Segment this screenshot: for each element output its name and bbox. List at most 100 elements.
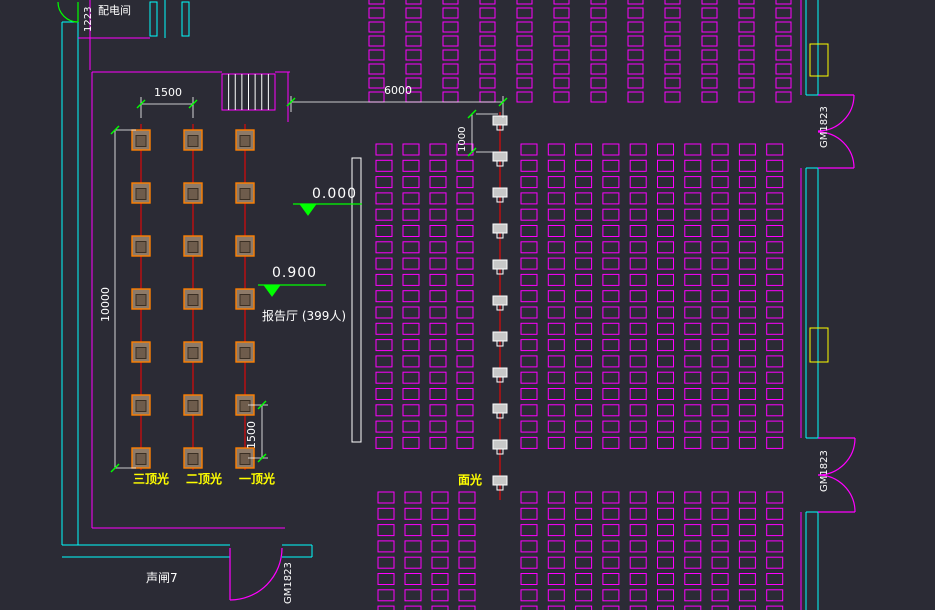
seat	[517, 78, 532, 88]
seat	[548, 226, 564, 237]
seat	[521, 291, 537, 302]
seat	[443, 0, 458, 4]
seat	[378, 557, 394, 568]
seat	[603, 209, 619, 220]
seat	[554, 92, 569, 102]
seat	[576, 274, 592, 285]
seat	[457, 258, 473, 269]
wall-column-box	[810, 328, 828, 362]
seat	[767, 574, 783, 585]
seat	[430, 307, 446, 318]
seat	[457, 274, 473, 285]
elevation-triangle	[264, 285, 280, 296]
seat	[443, 8, 458, 18]
seat	[432, 557, 448, 568]
seat	[685, 492, 701, 503]
seat	[767, 372, 783, 383]
seat	[430, 389, 446, 400]
seat	[702, 22, 717, 32]
seat	[630, 258, 646, 269]
seat	[712, 274, 728, 285]
seat	[665, 22, 680, 32]
front-light-icon	[493, 332, 507, 341]
seat	[369, 22, 384, 32]
seat	[767, 437, 783, 448]
seat	[576, 160, 592, 171]
seat	[628, 50, 643, 60]
seat	[630, 323, 646, 334]
seat	[767, 226, 783, 237]
seat	[658, 574, 674, 585]
stage-light-inner	[136, 401, 146, 412]
seat	[776, 8, 791, 18]
door-swing-arc	[58, 2, 78, 22]
seat	[739, 291, 755, 302]
seat	[403, 389, 419, 400]
seat	[712, 541, 728, 552]
seat	[430, 291, 446, 302]
seat	[521, 340, 537, 351]
seat	[630, 209, 646, 220]
seat	[403, 144, 419, 155]
seat	[576, 177, 592, 188]
front-light-label: 面光	[458, 474, 482, 486]
cad-canvas[interactable]: 配电间 1223 1500 6000 1000 10000 1500 0.000…	[0, 0, 935, 610]
seat	[712, 291, 728, 302]
stage-light-inner	[136, 348, 146, 359]
seat	[459, 492, 475, 503]
seat	[459, 525, 475, 536]
seat	[576, 258, 592, 269]
seat	[739, 323, 755, 334]
seat	[430, 144, 446, 155]
seat	[432, 508, 448, 519]
seat	[658, 209, 674, 220]
seat	[712, 242, 728, 253]
seat	[658, 405, 674, 416]
seat	[630, 541, 646, 552]
seat	[712, 209, 728, 220]
seat	[480, 36, 495, 46]
seat	[739, 574, 755, 585]
seat	[739, 541, 755, 552]
seat	[776, 78, 791, 88]
seat	[403, 421, 419, 432]
seat	[739, 36, 754, 46]
seat	[739, 0, 754, 4]
seat	[767, 421, 783, 432]
seat	[432, 541, 448, 552]
seat	[369, 36, 384, 46]
seat	[685, 323, 701, 334]
seat	[457, 421, 473, 432]
seat	[521, 274, 537, 285]
seat	[739, 372, 755, 383]
seat	[712, 389, 728, 400]
seat	[576, 541, 592, 552]
dim-1500-bottom: 1500	[246, 421, 257, 449]
seat	[603, 574, 619, 585]
seat	[548, 541, 564, 552]
seat	[480, 64, 495, 74]
stage-light-inner	[188, 348, 198, 359]
seat	[521, 323, 537, 334]
seat	[630, 421, 646, 432]
elevation-0000: 0.000	[312, 187, 357, 201]
seat	[630, 508, 646, 519]
seat	[376, 226, 392, 237]
seat	[712, 590, 728, 601]
seat	[376, 356, 392, 367]
seat	[665, 78, 680, 88]
seat	[378, 574, 394, 585]
seat	[554, 8, 569, 18]
seat	[430, 340, 446, 351]
seat	[712, 525, 728, 536]
seat	[480, 8, 495, 18]
seat	[739, 590, 755, 601]
seat	[576, 144, 592, 155]
seat	[685, 226, 701, 237]
seat	[658, 590, 674, 601]
seat	[406, 8, 421, 18]
seat	[457, 356, 473, 367]
seat	[521, 372, 537, 383]
seat	[521, 574, 537, 585]
seat	[739, 421, 755, 432]
